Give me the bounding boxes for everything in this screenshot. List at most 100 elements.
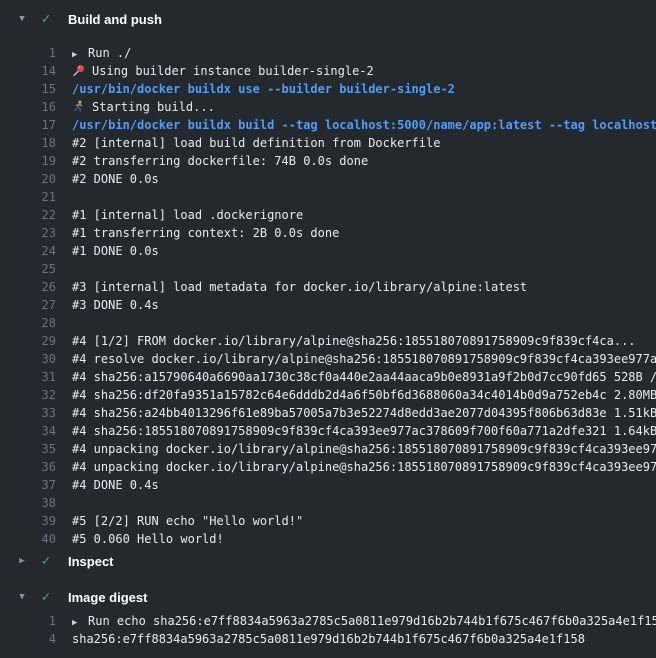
log-line: 21: [0, 188, 656, 206]
runner-icon: [72, 100, 85, 113]
line-number[interactable]: 23: [0, 224, 56, 242]
expand-step-icon[interactable]: ▶: [72, 614, 82, 632]
line-number[interactable]: 27: [0, 296, 56, 314]
log-text-content: #1 DONE 0.0s: [72, 244, 159, 258]
log-text-content: #1 [internal] load .dockerignore: [72, 208, 303, 222]
log-line-text: #1 [internal] load .dockerignore: [72, 206, 303, 224]
log-line: 32 #4 sha256:df20fa9351a15782c64e6dddb2d4…: [0, 386, 656, 404]
line-number[interactable]: 1: [0, 612, 56, 630]
log-text-content: #5 [2/2] RUN echo "Hello world!": [72, 514, 303, 528]
line-number[interactable]: 15: [0, 80, 56, 98]
log-lines: 1 ▶Run echo sha256:e7ff8834a5963a2785c5a0…: [0, 610, 656, 648]
log-line: 29 #4 [1/2] FROM docker.io/library/alpine…: [0, 332, 656, 350]
log-lines: 1▶Run ./14Using builder instance builder…: [0, 32, 656, 548]
log-line-text: #4 sha256:a24bb4013296f61e89ba57005a7b3e…: [72, 404, 656, 422]
group-spacer: [0, 574, 656, 584]
log-text-content: #4 unpacking docker.io/library/alpine@sh…: [72, 442, 656, 456]
log-line: 23 #1 transferring context: 2B 0.0s done: [0, 224, 656, 242]
log-line-text: #3 [internal] load metadata for docker.i…: [72, 278, 527, 296]
line-number[interactable]: 33: [0, 404, 56, 422]
line-number[interactable]: 35: [0, 440, 56, 458]
log-line-text: #3 DONE 0.4s: [72, 296, 159, 314]
log-group-header-inspect[interactable]: ▶✓Inspect: [0, 548, 656, 574]
log-line: 17/usr/bin/docker buildx build --tag loc…: [0, 116, 656, 134]
log-text-content: Starting build...: [92, 100, 215, 114]
log-text-content: Run ./: [88, 46, 131, 60]
log-line-text: #5 [2/2] RUN echo "Hello world!": [72, 512, 303, 530]
log-line-text: /usr/bin/docker buildx build --tag local…: [72, 116, 656, 134]
line-number[interactable]: 30: [0, 350, 56, 368]
success-check-icon: ✓: [38, 548, 54, 574]
log-line-text: #4 sha256:a15790640a6690aa1730c38cf0a440…: [72, 368, 656, 386]
line-number[interactable]: 34: [0, 422, 56, 440]
line-number[interactable]: 14: [0, 62, 56, 80]
log-text-content: #4 sha256:a15790640a6690aa1730c38cf0a440…: [72, 370, 656, 384]
log-line: 25: [0, 260, 656, 278]
chevron-down-icon[interactable]: ▼: [14, 584, 30, 610]
line-number[interactable]: 32: [0, 386, 56, 404]
log-group-header-build-and-push[interactable]: ▼✓Build and push: [0, 6, 656, 32]
expand-step-icon[interactable]: ▶: [72, 46, 82, 64]
line-number[interactable]: 19: [0, 152, 56, 170]
log-line: 35 #4 unpacking docker.io/library/alpine@…: [0, 440, 656, 458]
log-line-text[interactable]: ▶ Run ./: [72, 44, 131, 62]
line-number[interactable]: 26: [0, 278, 56, 296]
log-group-image-digest: ▼ ✓ Image digest 1 ▶Run echo sha256:e7ff8834…: [0, 584, 656, 648]
line-number[interactable]: 28: [0, 314, 56, 332]
line-number[interactable]: 40: [0, 530, 56, 548]
log-line: 22 #1 [internal] load .dockerignore: [0, 206, 656, 224]
log-line: 28: [0, 314, 656, 332]
log-line-text: #4 DONE 0.4s: [72, 476, 159, 494]
log-line-text[interactable]: ▶Run echo sha256:e7ff8834a5963a2785c5a08…: [72, 612, 656, 630]
log-text-content: #3 [internal] load metadata for docker.i…: [72, 280, 527, 294]
log-line: 15/usr/bin/docker buildx use --builder b…: [0, 80, 656, 98]
log-line-text: #1 DONE 0.0s: [72, 242, 159, 260]
log-line: 34#4 sha256:185518070891758909c9f839cf4c…: [0, 422, 656, 440]
log-text-content: #2 DONE 0.0s: [72, 172, 159, 186]
log-line: 40 #5 0.060 Hello world!: [0, 530, 656, 548]
log-line: 4sha256:e7ff8834a5963a2785c5a0811e979d16…: [0, 630, 656, 648]
log-line: 37 #4 DONE 0.4s: [0, 476, 656, 494]
log-line-text: /usr/bin/docker buildx use --builder bui…: [72, 80, 455, 98]
line-number[interactable]: 29: [0, 332, 56, 350]
log-group-title: Image digest: [68, 590, 147, 605]
log-line: 19 #2 transferring dockerfile: 74B 0.0s d…: [0, 152, 656, 170]
line-number[interactable]: 31: [0, 368, 56, 386]
log-text-content: #2 transferring dockerfile: 74B 0.0s don…: [72, 154, 368, 168]
log-line: 36#4 unpacking docker.io/library/alpine@…: [0, 458, 656, 476]
chevron-down-icon[interactable]: ▼: [14, 6, 30, 32]
log-text-content: #3 DONE 0.4s: [72, 298, 159, 312]
log-line-text: #4 unpacking docker.io/library/alpine@sh…: [72, 440, 656, 458]
log-group-header-image-digest[interactable]: ▼ ✓ Image digest: [0, 584, 656, 610]
log-line-text: #4 sha256:df20fa9351a15782c64e6dddb2d4a6…: [72, 386, 656, 404]
log-line-text: #2 transferring dockerfile: 74B 0.0s don…: [72, 152, 368, 170]
line-number[interactable]: 21: [0, 188, 56, 206]
log-text-content: #4 sha256:df20fa9351a15782c64e6dddb2d4a6…: [72, 388, 656, 402]
line-number[interactable]: 18: [0, 134, 56, 152]
line-number[interactable]: 1: [0, 44, 56, 62]
log-text-content: #4 sha256:a24bb4013296f61e89ba57005a7b3e…: [72, 406, 656, 420]
line-number[interactable]: 39: [0, 512, 56, 530]
log-line-text: Starting build...: [72, 98, 215, 116]
line-number[interactable]: 36: [0, 458, 56, 476]
line-number[interactable]: 24: [0, 242, 56, 260]
log-group-build-and-push: ▼✓Build and push1▶Run ./14Using builder …: [0, 6, 656, 548]
line-number[interactable]: 25: [0, 260, 56, 278]
success-check-icon: ✓: [38, 584, 54, 610]
log-line: 1 ▶ Run ./: [0, 44, 656, 62]
line-number[interactable]: 20: [0, 170, 56, 188]
line-number[interactable]: 38: [0, 494, 56, 512]
line-number[interactable]: 22: [0, 206, 56, 224]
log-text-content: #4 DONE 0.4s: [72, 478, 159, 492]
line-number[interactable]: 16: [0, 98, 56, 116]
line-number[interactable]: 4: [0, 630, 56, 648]
log-line-text: #4 [1/2] FROM docker.io/library/alpine@s…: [72, 332, 636, 350]
log-group-title: Build and push: [68, 12, 162, 27]
log-text-content: #5 0.060 Hello world!: [72, 532, 224, 546]
log-line-text: #4 resolve docker.io/library/alpine@sha2…: [72, 350, 656, 368]
line-number[interactable]: 37: [0, 476, 56, 494]
chevron-right-icon[interactable]: ▶: [14, 548, 30, 574]
log-text-content: #1 transferring context: 2B 0.0s done: [72, 226, 339, 240]
log-line: 30 #4 resolve docker.io/library/alpine@sh…: [0, 350, 656, 368]
line-number[interactable]: 17: [0, 116, 56, 134]
